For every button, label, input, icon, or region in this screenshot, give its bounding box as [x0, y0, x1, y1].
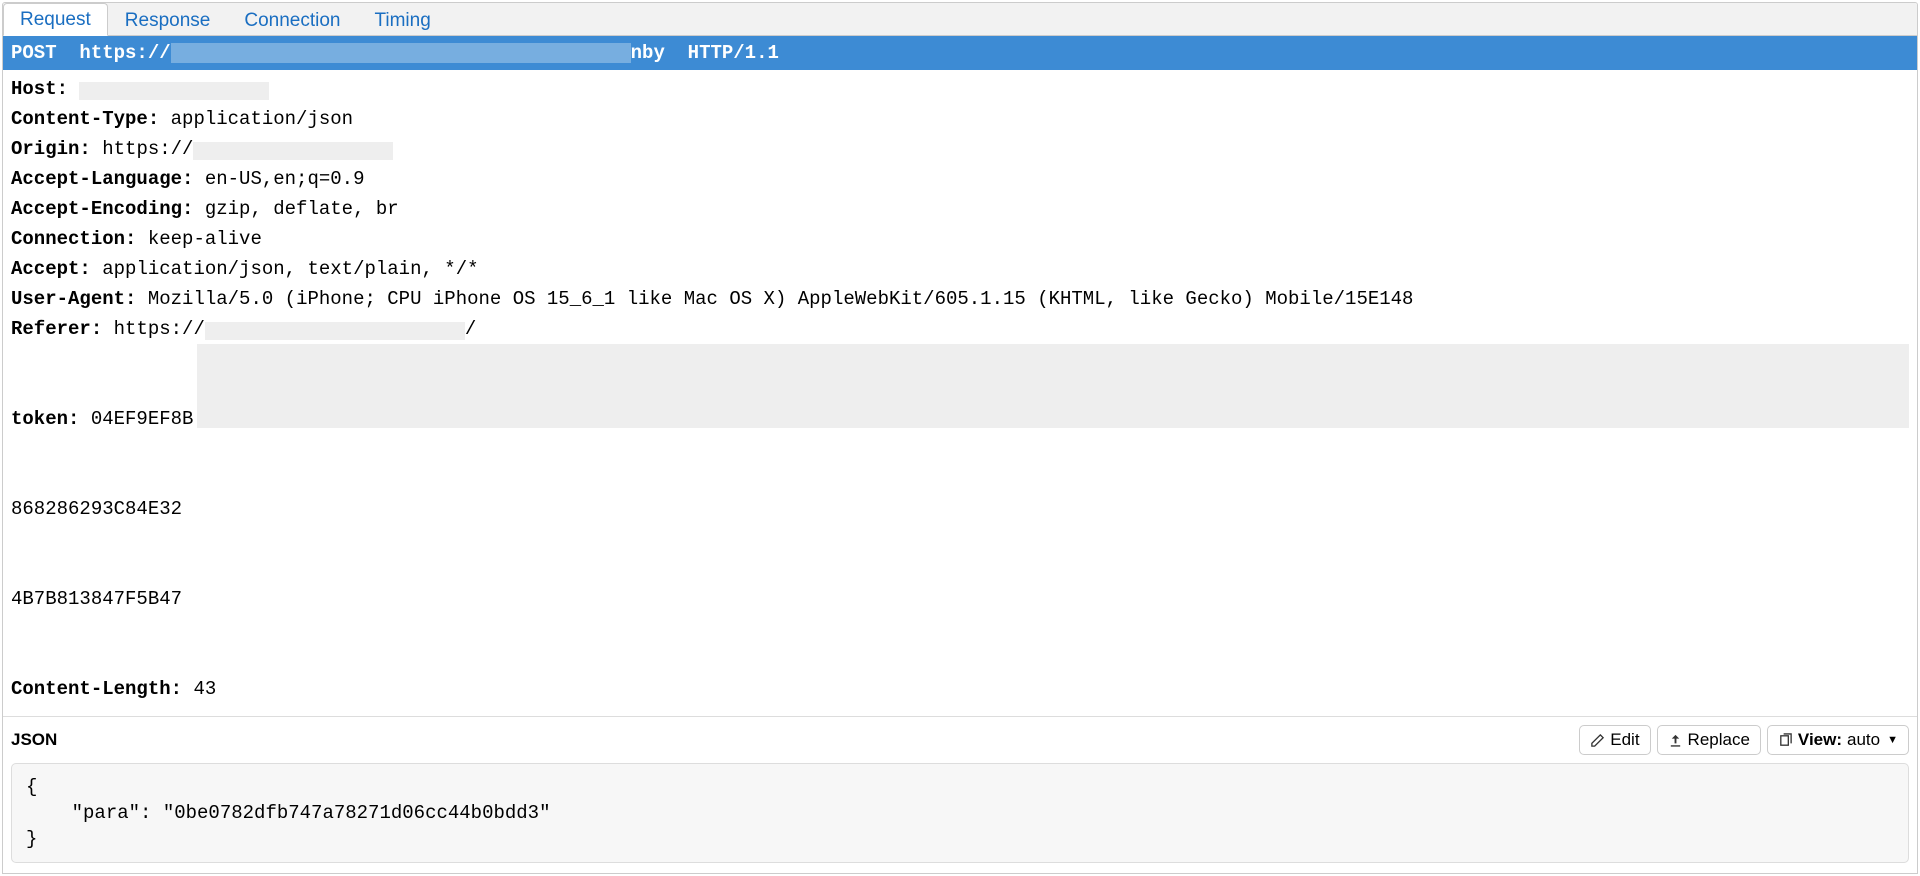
- tab-request[interactable]: Request: [3, 3, 108, 36]
- header-accept-encoding[interactable]: Accept-Encoding: gzip, deflate, br: [11, 194, 1909, 224]
- replace-button-label: Replace: [1688, 730, 1750, 750]
- token-line3: 4B7B813847F5B47: [11, 588, 182, 610]
- edit-button-label: Edit: [1610, 730, 1639, 750]
- redacted-token-block: [197, 344, 1909, 428]
- header-name: Content-Type: [11, 108, 148, 130]
- header-value: 43: [193, 678, 216, 700]
- header-connection[interactable]: Connection: keep-alive: [11, 224, 1909, 254]
- view-label: View:: [1798, 730, 1842, 750]
- upload-icon: [1668, 733, 1683, 748]
- header-name: Referer: [11, 318, 91, 340]
- header-accept[interactable]: Accept: application/json, text/plain, */…: [11, 254, 1909, 284]
- header-value: Mozilla/5.0 (iPhone; CPU iPhone OS 15_6_…: [148, 288, 1414, 310]
- header-value: keep-alive: [148, 228, 262, 250]
- header-value-prefix: https://: [114, 318, 205, 340]
- view-value: auto: [1847, 730, 1880, 750]
- header-name: Accept-Language: [11, 168, 182, 190]
- edit-button[interactable]: Edit: [1579, 725, 1650, 755]
- header-name: Origin: [11, 138, 79, 160]
- header-value-suffix: /: [465, 318, 476, 340]
- redacted-value: [193, 142, 393, 160]
- header-value: https://: [102, 138, 193, 160]
- http-protocol: HTTP/1.1: [688, 42, 779, 64]
- header-user-agent[interactable]: User-Agent: Mozilla/5.0 (iPhone; CPU iPh…: [11, 284, 1909, 314]
- header-name: Host: [11, 78, 57, 100]
- header-content-length[interactable]: Content-Length: 43: [11, 674, 1909, 704]
- redacted-url: [171, 43, 631, 63]
- header-name: Accept: [11, 258, 79, 280]
- header-value: en-US,en;q=0.9: [205, 168, 365, 190]
- header-name: Connection: [11, 228, 125, 250]
- header-content-type[interactable]: Content-Type: application/json: [11, 104, 1909, 134]
- body-format-label: JSON: [11, 730, 57, 750]
- tab-timing[interactable]: Timing: [357, 4, 447, 36]
- header-accept-language[interactable]: Accept-Language: en-US,en;q=0.9: [11, 164, 1909, 194]
- header-value: gzip, deflate, br: [205, 198, 399, 220]
- chevron-down-icon: ▼: [1887, 734, 1898, 746]
- header-origin[interactable]: Origin: https://: [11, 134, 1909, 164]
- url-prefix: https://: [79, 42, 170, 64]
- redacted-value: [205, 322, 465, 340]
- header-name: Accept-Encoding: [11, 198, 182, 220]
- json-body-viewer[interactable]: { "para": "0be0782dfb747a78271d06cc44b0b…: [11, 763, 1909, 863]
- url-suffix: nby: [631, 42, 665, 64]
- headers-block: Host: Content-Type: application/json Ori…: [3, 70, 1917, 712]
- redacted-value: [79, 82, 269, 100]
- copy-icon: [1778, 733, 1793, 748]
- header-name: token: [11, 408, 68, 430]
- tab-response[interactable]: Response: [108, 4, 228, 36]
- inspector-panel: Request Response Connection Timing POST …: [2, 2, 1918, 874]
- view-mode-button[interactable]: View: auto ▼: [1767, 725, 1909, 755]
- header-name: Content-Length: [11, 678, 171, 700]
- body-toolbar: JSON Edit Replace View: auto ▼: [3, 717, 1917, 763]
- header-value: application/json: [171, 108, 353, 130]
- header-value: application/json, text/plain, */*: [102, 258, 478, 280]
- request-line[interactable]: POST https:// nby HTTP/1.1: [3, 36, 1917, 70]
- tab-connection[interactable]: Connection: [227, 4, 357, 36]
- http-method: POST: [11, 42, 57, 64]
- header-host[interactable]: Host:: [11, 74, 1909, 104]
- body-section: JSON Edit Replace View: auto ▼ { "par: [3, 716, 1917, 863]
- replace-button[interactable]: Replace: [1657, 725, 1761, 755]
- header-token[interactable]: token: 04EF9EF8B 868286293C84E32 4B7B813…: [11, 344, 1909, 674]
- tab-bar: Request Response Connection Timing: [3, 3, 1917, 36]
- edit-icon: [1590, 733, 1605, 748]
- tab-content: POST https:// nby HTTP/1.1 Host: Content-…: [3, 36, 1917, 863]
- header-referer[interactable]: Referer: https:///: [11, 314, 1909, 344]
- header-name: User-Agent: [11, 288, 125, 310]
- token-line2: 868286293C84E32: [11, 498, 182, 520]
- token-line1: 04EF9EF8B: [91, 408, 194, 430]
